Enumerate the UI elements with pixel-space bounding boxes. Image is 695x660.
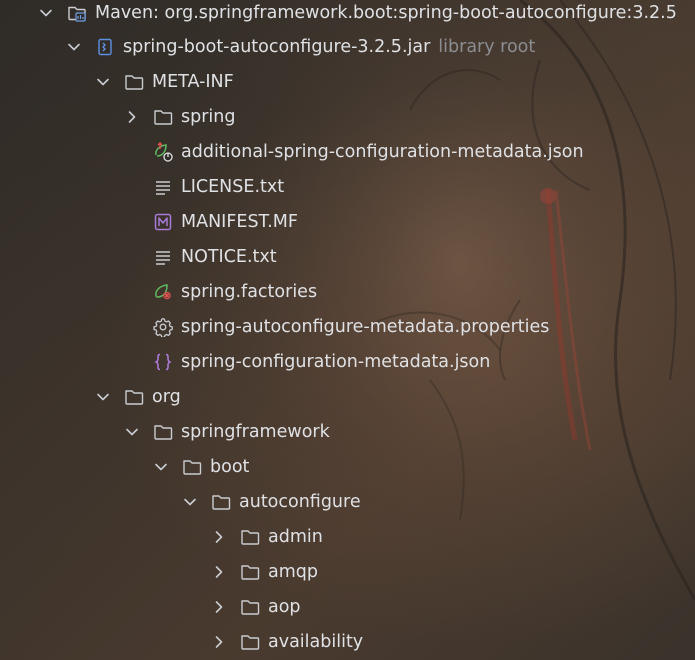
tree-node-availability[interactable]: availability [211, 624, 363, 659]
folder-icon [239, 596, 261, 618]
chevron-right-icon[interactable] [211, 634, 227, 650]
tree-node-label: MANIFEST.MF [181, 211, 298, 232]
tree-node-spring-folder[interactable]: spring [124, 99, 235, 134]
tree-node-label: spring [181, 106, 236, 127]
tree-node-label: spring.factories [181, 281, 318, 302]
tree-node-autoconfigure[interactable]: autoconfigure [182, 484, 361, 519]
project-tree-panel: Maven: org.springframework.boot:spring-b… [0, 0, 695, 660]
tree-node-label: autoconfigure [239, 491, 361, 512]
tree-node-label: spring-configuration-metadata.json [181, 351, 491, 372]
library-root-hint: library root [438, 36, 536, 57]
tree-node-label: spring-boot-autoconfigure-3.2.5.jar [123, 36, 431, 57]
tree-node-license[interactable]: LICENSE.txt [124, 169, 284, 204]
tree-node-label: amqp [268, 561, 318, 582]
tree-node-manifest[interactable]: MANIFEST.MF [124, 204, 298, 239]
tree-node-additional-metadata[interactable]: additional-spring-configuration-metadata… [124, 134, 584, 169]
chevron-down-icon[interactable] [66, 39, 82, 55]
tree-node-maven-library[interactable]: Maven: org.springframework.boot:spring-b… [38, 0, 677, 30]
chevron-right-icon[interactable] [211, 529, 227, 545]
tree-node-label: NOTICE.txt [181, 246, 277, 267]
tree-node-label: spring-autoconfigure-metadata.properties [181, 316, 550, 337]
folder-icon [152, 421, 174, 443]
tree-node-configuration-metadata[interactable]: spring-configuration-metadata.json [124, 344, 490, 379]
chevron-right-icon[interactable] [211, 564, 227, 580]
tree-node-jar[interactable]: spring-boot-autoconfigure-3.2.5.jar libr… [66, 29, 535, 64]
tree-node-label: admin [268, 526, 323, 547]
tree-node-label: aop [268, 596, 301, 617]
chevron-down-icon[interactable] [182, 494, 198, 510]
tree-node-label: META-INF [152, 71, 234, 92]
tree-node-label: availability [268, 631, 364, 652]
tree-node-amqp[interactable]: amqp [211, 554, 318, 589]
folder-icon [181, 456, 203, 478]
folder-icon [123, 71, 145, 93]
gear-icon [152, 316, 174, 338]
spring-json-icon [152, 141, 174, 163]
tree-node-meta-inf[interactable]: META-INF [95, 64, 234, 99]
maven-library-icon [66, 2, 88, 24]
tree-node-label: org [152, 386, 181, 407]
text-file-icon [152, 176, 174, 198]
chevron-down-icon[interactable] [95, 389, 111, 405]
tree-node-label: additional-spring-configuration-metadata… [181, 141, 584, 162]
jar-icon [94, 36, 116, 58]
tree-node-admin[interactable]: admin [211, 519, 323, 554]
chevron-down-icon[interactable] [153, 459, 169, 475]
tree-node-label: LICENSE.txt [181, 176, 285, 197]
tree-node-springframework[interactable]: springframework [124, 414, 330, 449]
chevron-right-icon[interactable] [124, 109, 140, 125]
json-braces-icon [152, 351, 174, 373]
chevron-right-icon[interactable] [211, 599, 227, 615]
folder-icon [239, 631, 261, 653]
text-file-icon [152, 246, 174, 268]
folder-icon [239, 561, 261, 583]
tree-node-boot[interactable]: boot [153, 449, 249, 484]
tree-node-label: Maven: org.springframework.boot:spring-b… [95, 2, 677, 23]
chevron-down-icon[interactable] [124, 424, 140, 440]
chevron-down-icon[interactable] [38, 5, 54, 21]
chevron-down-icon[interactable] [95, 74, 111, 90]
tree-node-label: springframework [181, 421, 330, 442]
tree-node-label: boot [210, 456, 250, 477]
folder-icon [123, 386, 145, 408]
spring-factories-icon [152, 281, 174, 303]
folder-icon [239, 526, 261, 548]
folder-icon [210, 491, 232, 513]
tree-node-aop[interactable]: aop [211, 589, 301, 624]
tree-node-org[interactable]: org [95, 379, 181, 414]
folder-icon [152, 106, 174, 128]
tree-node-notice[interactable]: NOTICE.txt [124, 239, 277, 274]
manifest-icon [152, 211, 174, 233]
tree-node-autoconfigure-properties[interactable]: spring-autoconfigure-metadata.properties [124, 309, 549, 344]
tree-node-spring-factories[interactable]: spring.factories [124, 274, 317, 309]
